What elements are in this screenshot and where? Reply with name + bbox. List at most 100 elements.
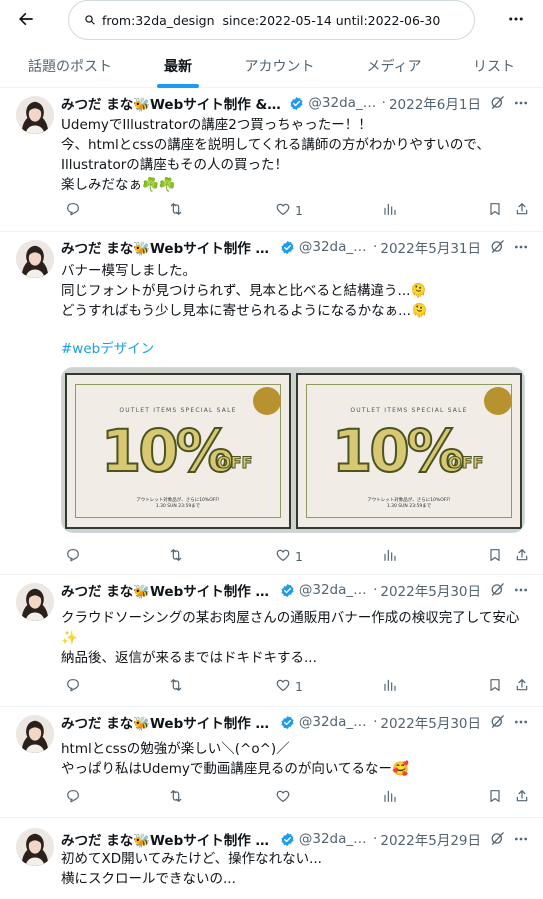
tweet-actions: 1 [61,676,531,696]
search-icon [83,13,97,27]
reply-button[interactable] [61,787,81,807]
reply-button[interactable] [61,676,81,696]
views-icon [381,547,397,566]
text-line: やっぱり私はUdemyで動画講座見るのが向いてるなー🥰 [61,761,409,777]
post-date[interactable]: 2022年5月31日 [380,237,481,257]
avatar[interactable] [16,240,54,278]
heart-icon [275,788,291,807]
views-button[interactable] [377,200,397,220]
tweet[interactable]: みつだ まな🐝Webサイト制作 & ... @32da_d... · 2022年… [0,707,543,818]
tweet-actions [61,787,531,807]
post-date[interactable]: 2022年6月1日 [389,93,481,113]
tab-latest[interactable]: 最新 [140,44,216,88]
top-bar [0,0,543,40]
heart-icon [275,201,291,220]
share-icon [514,201,530,220]
author-name[interactable]: みつだ まな🐝Webサイト制作 & 運... [61,93,283,113]
text-line: 楽しみだなぁ☘️☘️ [61,177,176,193]
author-name[interactable]: みつだ まな🐝Webサイト制作 & ... [61,712,274,732]
banner-percent-text: 10% [331,417,466,485]
tweet-text: 初めてXD開いてみたけど、操作なれない... 横にスクロールできないの... [61,849,531,889]
tab-lists[interactable]: リスト [445,44,543,88]
back-button[interactable] [14,7,38,31]
tweet-text: htmlとcssの勉強が楽しい＼(^o^)／ やっぱり私はUdemyで動画講座見… [61,739,531,779]
reply-button[interactable] [61,200,81,220]
more-dots-icon[interactable] [513,713,531,731]
bookmark-button[interactable] [483,787,503,807]
avatar[interactable] [16,715,54,753]
views-button[interactable] [377,676,397,696]
banner-off-text: OFF [447,453,484,473]
more-dots-icon[interactable] [513,94,531,112]
author-handle[interactable]: @32da_d... [299,239,370,255]
grok-icon[interactable] [489,238,507,256]
bookmark-button[interactable] [483,676,503,696]
verified-badge-icon [280,715,295,730]
tab-top[interactable]: 話題のポスト [0,44,140,88]
share-button[interactable] [510,200,530,220]
text-line: バナー模写しました。 [61,263,196,279]
tweet[interactable]: みつだ まな🐝Webサイト制作 & 運... @32da_d... · 2022… [0,88,543,232]
bookmark-button[interactable] [483,546,503,566]
attached-image[interactable]: OUTLET ITEMS SPECIAL SALE 10% OFF アウトレット… [61,367,525,533]
like-button[interactable]: 1 [271,676,303,696]
tweet[interactable]: みつだ まな🐝Webサイト制作 & ... @32da_d... · 2022年… [0,818,543,899]
like-button[interactable]: 1 [271,546,303,566]
search-box[interactable] [68,0,475,40]
like-button[interactable]: 1 [271,200,303,220]
views-icon [381,788,397,807]
reply-button[interactable] [61,546,81,566]
grok-icon[interactable] [489,94,507,112]
grok-icon[interactable] [489,581,507,599]
avatar[interactable] [16,96,54,134]
share-button[interactable] [510,676,530,696]
share-icon [514,677,530,696]
more-dots-icon [509,17,523,21]
author-handle[interactable]: @32da_d... [308,95,378,111]
tab-media[interactable]: メディア [343,44,445,88]
banner-sale-text: OUTLET ITEMS SPECIAL SALE [119,407,237,414]
more-dots-icon[interactable] [513,238,531,256]
post-date[interactable]: 2022年5月29日 [380,829,481,849]
repost-button[interactable] [164,676,184,696]
share-button[interactable] [510,787,530,807]
search-input[interactable] [102,12,462,28]
reply-icon [65,201,81,220]
bookmark-icon [487,788,503,807]
repost-button[interactable] [164,787,184,807]
more-dots-icon[interactable] [513,581,531,599]
separator-dot: · [373,831,378,847]
banner-sub-text: アウトレット対象品が、さらに10%OFF! 1.30 SUN 23:59まで [367,498,451,509]
grok-icon[interactable] [489,713,507,731]
reply-icon [65,547,81,566]
author-handle[interactable]: @32da_d... [299,714,370,730]
tweet[interactable]: みつだ まな🐝Webサイト制作 & ... @32da_d... · 2022年… [0,575,543,707]
more-options-button[interactable] [505,8,527,30]
reply-icon [65,788,81,807]
tweet[interactable]: みつだ まな🐝Webサイト制作 & ... @32da_d... · 2022年… [0,232,543,575]
author-name[interactable]: みつだ まな🐝Webサイト制作 & ... [61,580,274,600]
like-count: 1 [295,678,303,694]
avatar[interactable] [16,828,54,866]
text-line: 同じフォントが見つけられず、見本と比べると結構違う...🫠 [61,283,428,299]
author-name[interactable]: みつだ まな🐝Webサイト制作 & ... [61,237,274,257]
text-line: UdemyでIllustratorの講座2つ買っちゃったー！！ [61,117,372,133]
bookmark-button[interactable] [483,200,503,220]
views-button[interactable] [377,546,397,566]
avatar[interactable] [16,583,54,621]
views-button[interactable] [377,787,397,807]
grok-icon[interactable] [489,830,507,848]
repost-button[interactable] [164,200,184,220]
author-handle[interactable]: @32da_d... [299,831,370,847]
more-dots-icon[interactable] [513,830,531,848]
post-date[interactable]: 2022年5月30日 [380,580,481,600]
author-handle[interactable]: @32da_d... [299,582,370,598]
author-name[interactable]: みつだ まな🐝Webサイト制作 & ... [61,829,274,849]
repost-button[interactable] [164,546,184,566]
hashtag-link[interactable]: #webデザイン [61,339,531,359]
post-date[interactable]: 2022年5月30日 [380,712,481,732]
share-icon [514,547,530,566]
share-button[interactable] [510,546,530,566]
like-button[interactable] [271,787,295,807]
tab-people[interactable]: アカウント [216,44,343,88]
